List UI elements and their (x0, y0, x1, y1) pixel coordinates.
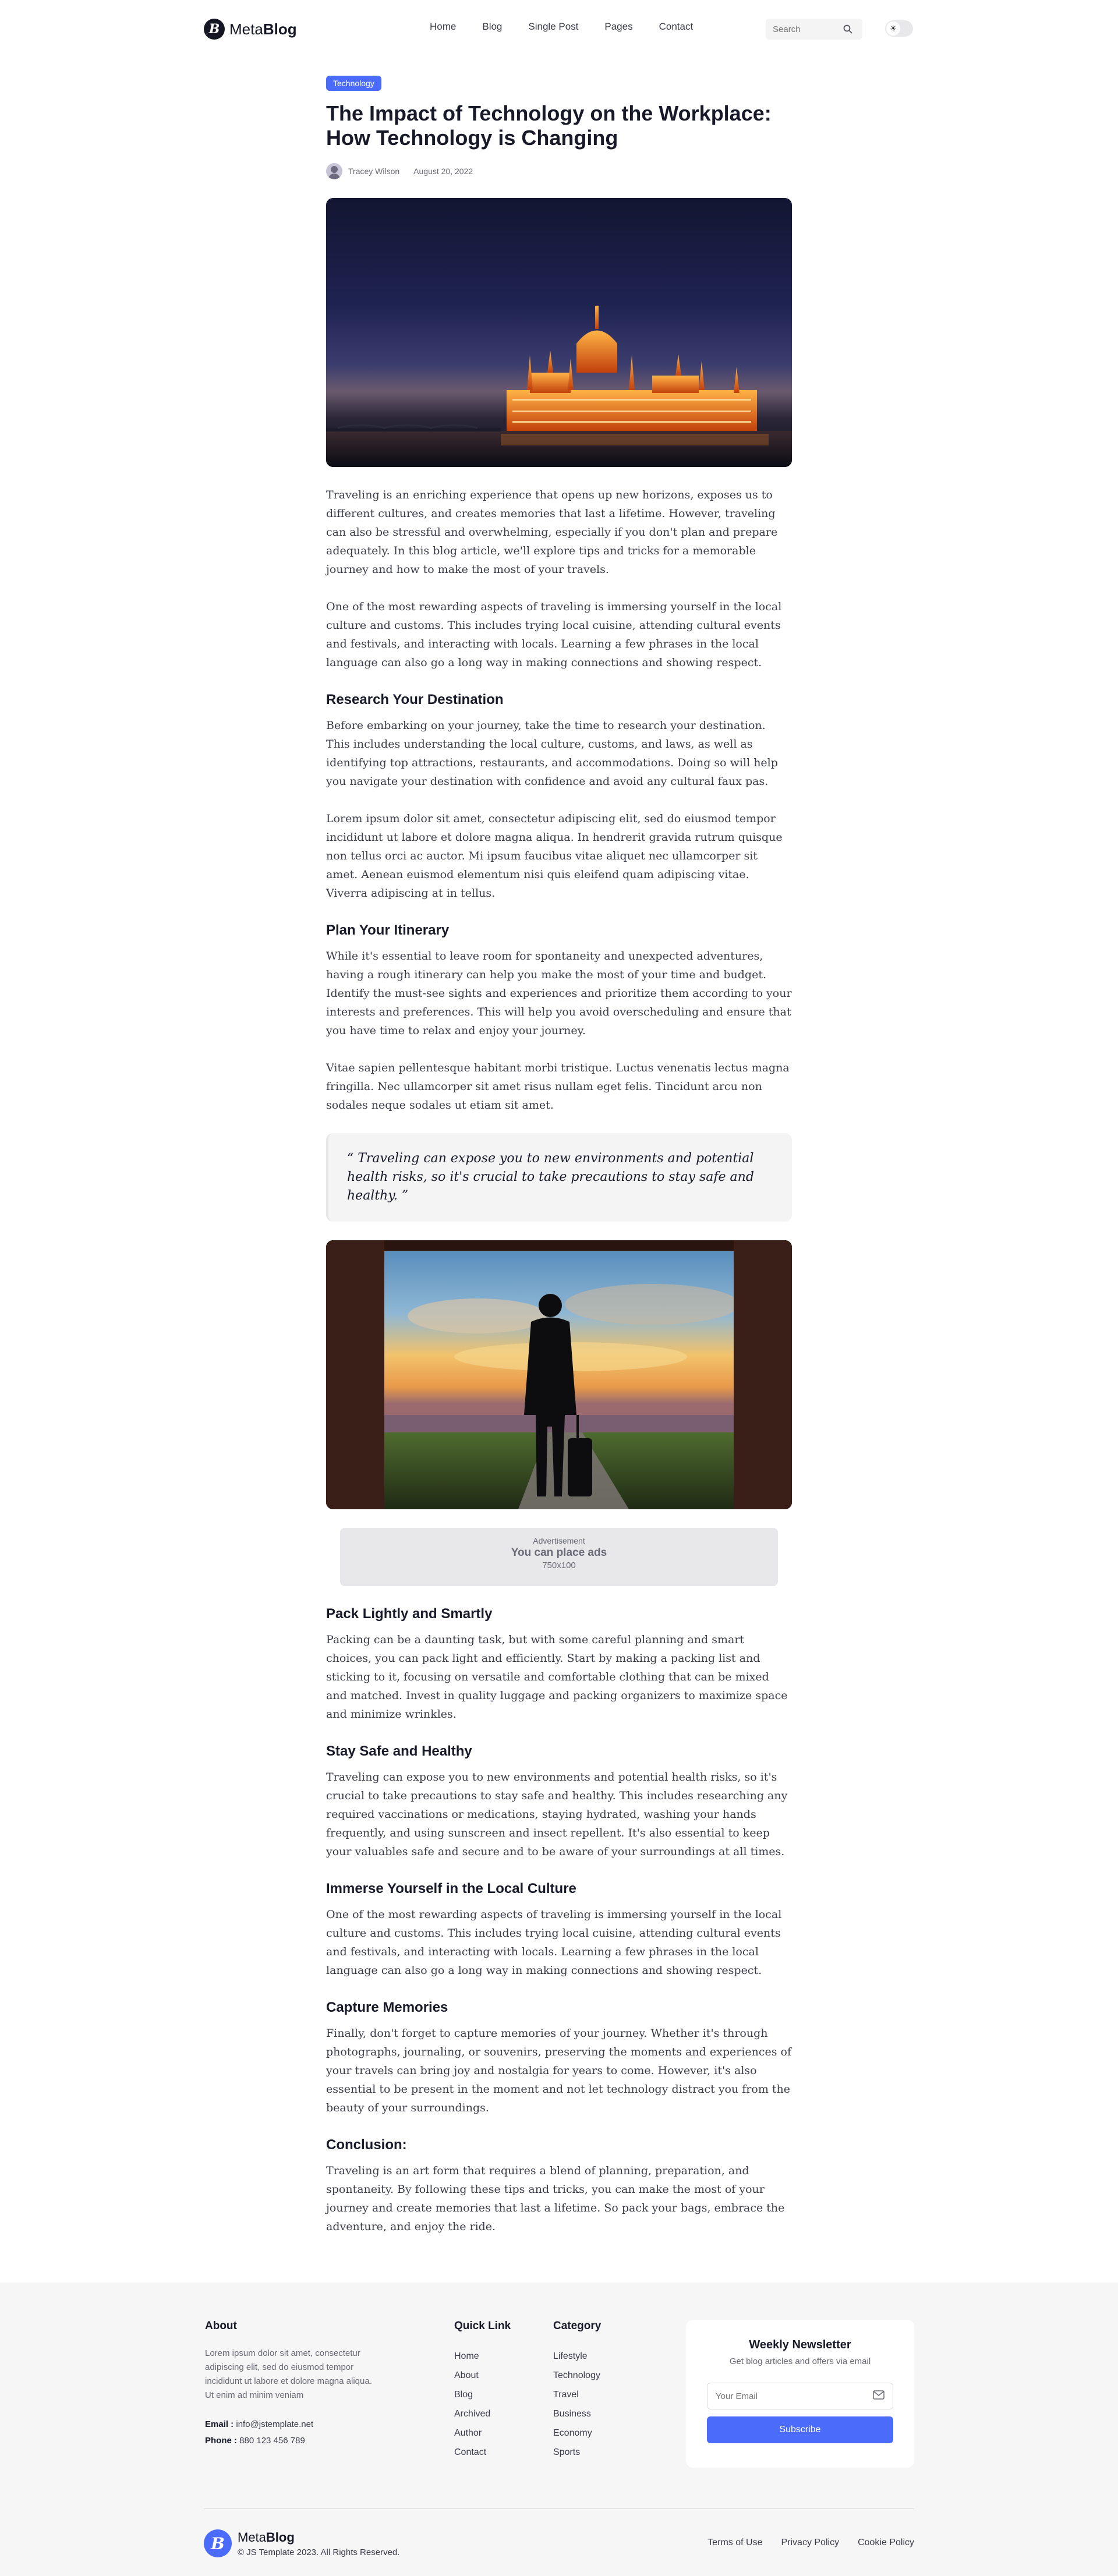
section-paragraph: Vitae sapien pellentesque habitant morbi… (326, 1061, 790, 1112)
footer-legal-links: Terms of Use Privacy Policy Cookie Polic… (707, 2538, 914, 2548)
main-nav: Home Blog Single Post Pages Contact (430, 21, 719, 33)
newsletter-subtitle: Get blog articles and offers via email (729, 2356, 871, 2366)
publish-date: August 20, 2022 (413, 167, 473, 176)
section-paragraph: While it's essential to leave room for s… (326, 950, 792, 1037)
category-badge[interactable]: Technology (326, 76, 381, 91)
author-name[interactable]: Tracey Wilson (348, 167, 399, 176)
footer-link-author[interactable]: Author (454, 2423, 511, 2443)
article-title: The Impact of Technology on the Workplac… (326, 101, 772, 150)
section-heading-safe: Stay Safe and Healthy (326, 1743, 472, 1759)
site-logo[interactable]: B MetaBlog (204, 19, 297, 40)
ad-size: 750x100 (542, 1561, 576, 1570)
footer-brand-name: MetaBlog (238, 2529, 295, 2545)
footer-brand: B MetaBlog © JS Template 2023. All Right… (204, 2529, 399, 2557)
footer-link-about[interactable]: About (454, 2366, 511, 2385)
ad-label: Advertisement (533, 1536, 585, 1545)
section-paragraph: Before embarking on your journey, take t… (326, 719, 778, 788)
section-heading-research: Research Your Destination (326, 692, 504, 707)
section-paragraph: Lorem ipsum dolor sit amet, consectetur … (326, 812, 783, 900)
section-paragraph: One of the most rewarding aspects of tra… (326, 1908, 782, 1977)
logo-mark-icon: B (204, 19, 225, 40)
section-paragraph: Packing can be a daunting task, but with… (326, 1633, 788, 1721)
theme-toggle[interactable]: ☀ (885, 20, 913, 37)
nav-home[interactable]: Home (430, 21, 456, 33)
nav-pages[interactable]: Pages (604, 21, 632, 33)
cookie-link[interactable]: Cookie Policy (858, 2538, 914, 2548)
email-value[interactable]: info@jstemplate.net (236, 2419, 313, 2429)
logo-text: MetaBlog (229, 20, 297, 38)
footer-logo-icon[interactable]: B (204, 2529, 232, 2557)
footer-about: About Lorem ipsum dolor sit amet, consec… (205, 2320, 374, 2449)
section-paragraph: Traveling is an art form that requires a… (326, 2164, 785, 2233)
category-link-business[interactable]: Business (553, 2404, 601, 2423)
intro-paragraph-2: One of the most rewarding aspects of tra… (326, 600, 782, 669)
article-meta: Tracey Wilson August 20, 2022 (326, 163, 792, 179)
article: Technology The Impact of Technology on t… (326, 58, 792, 2236)
subscribe-button[interactable]: Subscribe (707, 2416, 893, 2443)
newsletter-input-wrapper (707, 2383, 893, 2409)
category-link-lifestyle[interactable]: Lifestyle (553, 2347, 601, 2366)
site-footer: About Lorem ipsum dolor sit amet, consec… (0, 2283, 1118, 2576)
footer-categories: Category Lifestyle Technology Travel Bus… (553, 2320, 601, 2462)
search-icon[interactable] (843, 24, 853, 34)
section-heading-pack: Pack Lightly and Smartly (326, 1606, 493, 1622)
footer-divider (204, 2508, 914, 2509)
author-avatar (326, 163, 342, 179)
privacy-link[interactable]: Privacy Policy (781, 2538, 839, 2548)
footer-contact: Email : info@jstemplate.net Phone : 880 … (205, 2416, 374, 2449)
newsletter-title: Weekly Newsletter (749, 2338, 851, 2351)
ad-main-text: You can place ads (511, 1547, 607, 1559)
phone-label: Phone : (205, 2436, 237, 2446)
nav-blog[interactable]: Blog (482, 21, 502, 33)
section-paragraph: Finally, don't forget to capture memorie… (326, 2027, 792, 2114)
newsletter-email-input[interactable] (716, 2391, 855, 2401)
section-heading-conclusion: Conclusion: (326, 2137, 407, 2153)
search-input[interactable] (773, 24, 843, 34)
site-header: B MetaBlog Home Blog Single Post Pages C… (0, 0, 1118, 58)
footer-link-home[interactable]: Home (454, 2347, 511, 2366)
phone-value[interactable]: 880 123 456 789 (239, 2436, 305, 2446)
intro-paragraph-1: Traveling is an enriching experience tha… (326, 489, 778, 576)
section-heading-itinerary: Plan Your Itinerary (326, 922, 450, 938)
advertisement-slot[interactable]: Advertisement You can place ads 750x100 (340, 1528, 778, 1586)
nav-contact[interactable]: Contact (659, 21, 694, 33)
pull-quote: “ Traveling can expose you to new enviro… (326, 1133, 792, 1222)
nav-single-post[interactable]: Single Post (528, 21, 578, 33)
footer-about-text: Lorem ipsum dolor sit amet, consectetur … (205, 2348, 372, 2400)
section-paragraph: Traveling can expose you to new environm… (326, 1771, 788, 1858)
newsletter-card: Weekly Newsletter Get blog articles and … (686, 2320, 914, 2468)
category-link-sports[interactable]: Sports (553, 2443, 601, 2462)
footer-link-blog[interactable]: Blog (454, 2385, 511, 2404)
sun-icon: ☀ (886, 22, 900, 36)
category-heading: Category (553, 2320, 602, 2332)
section-heading-culture: Immerse Yourself in the Local Culture (326, 1881, 576, 1896)
terms-link[interactable]: Terms of Use (707, 2538, 762, 2548)
search-box (766, 19, 862, 40)
footer-link-contact[interactable]: Contact (454, 2443, 511, 2462)
category-link-economy[interactable]: Economy (553, 2423, 601, 2443)
section-heading-memories: Capture Memories (326, 2000, 448, 2015)
quick-links-heading: Quick Link (454, 2320, 511, 2332)
footer-link-archived[interactable]: Archived (454, 2404, 511, 2423)
hero-image-parliament (326, 198, 792, 467)
traveler-sunset-image (326, 1240, 792, 1509)
category-link-technology[interactable]: Technology (553, 2366, 601, 2385)
footer-quick-links: Quick Link Home About Blog Archived Auth… (454, 2320, 511, 2462)
mail-icon (873, 2390, 885, 2402)
email-label: Email : (205, 2419, 234, 2429)
category-link-travel[interactable]: Travel (553, 2385, 601, 2404)
copyright-text: © JS Template 2023. All Rights Reserved. (238, 2547, 400, 2557)
footer-about-heading: About (205, 2320, 237, 2332)
